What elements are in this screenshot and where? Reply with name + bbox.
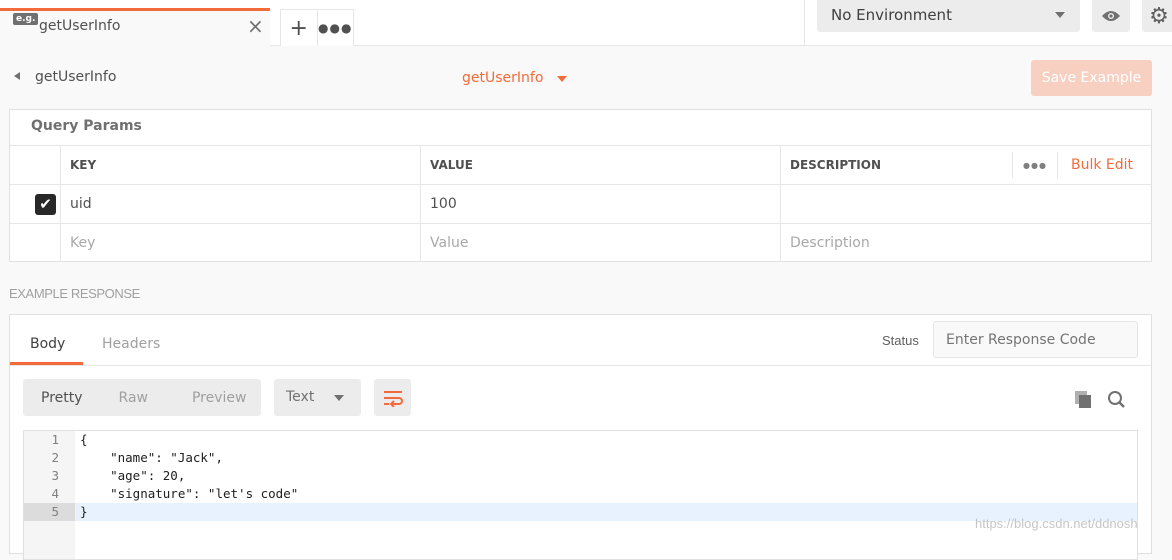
watermark: https://blog.csdn.net/ddnosh	[975, 516, 1138, 531]
chevron-down-icon	[1055, 12, 1065, 18]
format-select[interactable]: Text	[274, 379, 361, 416]
environment-select[interactable]: No Environment	[817, 0, 1080, 32]
code-line: {	[80, 432, 88, 447]
bulk-edit-link[interactable]: Bulk Edit	[1071, 157, 1133, 173]
param-value[interactable]: 100	[420, 185, 780, 223]
query-params-title: Query Params	[31, 118, 142, 134]
code-line: }	[80, 504, 88, 519]
close-icon[interactable]: ×	[247, 14, 264, 38]
column-description: DESCRIPTION	[780, 146, 1012, 184]
param-description[interactable]	[780, 185, 1152, 223]
mode-pretty[interactable]: Pretty	[41, 390, 83, 406]
tab-headers[interactable]: Headers	[102, 336, 160, 352]
copy-icon[interactable]	[1074, 390, 1093, 409]
query-params-panel: Query Params KEY VALUE DESCRIPTION ●●● B…	[9, 109, 1152, 262]
wrap-icon	[383, 390, 403, 407]
example-response-label: EXAMPLE RESPONSE	[9, 286, 140, 301]
line-number: 1	[51, 432, 59, 447]
key-input[interactable]: Key	[60, 224, 420, 262]
tab-title: getUserInfo	[39, 18, 121, 34]
back-arrow-icon[interactable]	[14, 72, 20, 80]
code-line: "age": 20,	[80, 468, 186, 483]
table-header: KEY VALUE DESCRIPTION ●●● Bulk Edit	[10, 145, 1151, 184]
line-number: 3	[51, 468, 59, 483]
example-name[interactable]: getUserInfo	[462, 70, 543, 86]
gear-icon: ⚙	[1149, 3, 1169, 29]
divider	[804, 0, 805, 45]
line-number: 5	[51, 504, 59, 519]
description-input[interactable]: Description	[780, 224, 1152, 262]
example-badge: e.g.	[13, 13, 39, 25]
format-value: Text	[286, 389, 315, 405]
line-number: 2	[51, 450, 59, 465]
column-value: VALUE	[420, 146, 780, 184]
back-link[interactable]: getUserInfo	[35, 69, 116, 85]
search-icon[interactable]	[1107, 390, 1126, 409]
status-code-input[interactable]	[933, 321, 1138, 358]
mode-preview[interactable]: Preview	[192, 390, 247, 406]
environment-quick-look-button[interactable]	[1092, 0, 1130, 32]
code-line: "name": "Jack",	[80, 450, 223, 465]
param-key[interactable]: uid	[60, 185, 420, 223]
tab-actions: + ●●●	[280, 9, 354, 46]
param-checkbox[interactable]: ✔	[35, 194, 56, 215]
line-number: 4	[51, 486, 59, 501]
status-label: Status	[882, 333, 919, 348]
value-input[interactable]: Value	[420, 224, 780, 262]
wrap-lines-button[interactable]	[374, 379, 411, 416]
save-example-button[interactable]: Save Example	[1031, 60, 1152, 96]
eye-icon	[1102, 11, 1120, 21]
column-key: KEY	[60, 146, 420, 184]
chevron-down-icon	[334, 395, 344, 401]
settings-button[interactable]: ⚙	[1142, 0, 1172, 32]
table-row: ✔ uid 100	[10, 184, 1151, 223]
environment-value: No Environment	[831, 6, 952, 24]
table-row-new: Key Value Description	[10, 223, 1151, 262]
active-tab-indicator	[10, 362, 83, 365]
chevron-down-icon[interactable]	[557, 76, 567, 82]
code-editor[interactable]: 1 2 3 4 5 { "name": "Jack", "age": 20, "…	[23, 430, 1138, 560]
mode-raw[interactable]: Raw	[119, 390, 148, 406]
view-mode-group: Pretty Raw Preview	[23, 379, 261, 416]
code-line: "signature": "let's code"	[80, 486, 299, 501]
tab-body[interactable]: Body	[30, 336, 65, 352]
more-options-button[interactable]: ●●●	[1012, 152, 1058, 178]
new-tab-button[interactable]: +	[281, 10, 317, 46]
more-tabs-button[interactable]: ●●●	[316, 10, 354, 46]
